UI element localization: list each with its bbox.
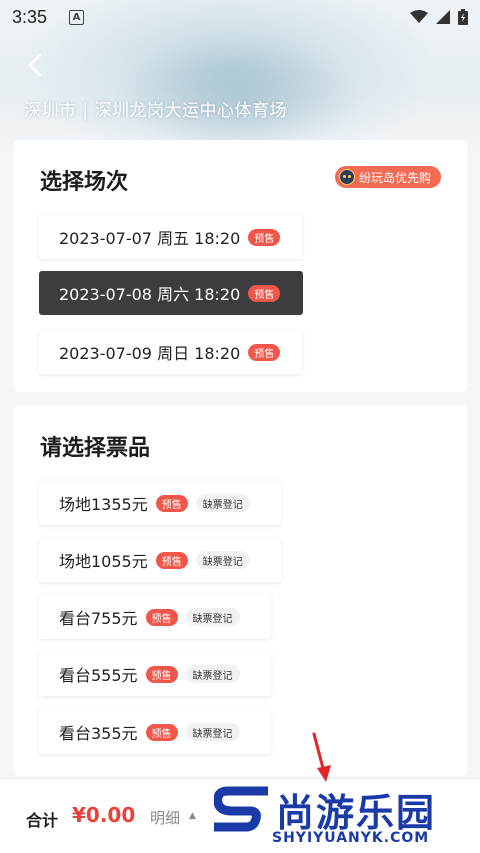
status-time: 3:35 <box>12 6 48 27</box>
total-amount: ¥0.00 <box>72 803 136 827</box>
ticket-option[interactable]: 场地1055元 预售 缺票登记 <box>39 538 281 582</box>
presale-badge: 预售 <box>248 228 281 246</box>
section-title: 选择场次 <box>40 170 129 195</box>
session-label: 2023-07-08 周六 18:20 <box>59 285 241 304</box>
session-option-selected[interactable]: 2023-07-08 周六 18:20 预售 <box>39 271 303 315</box>
session-label: 2023-07-09 周日 18:20 <box>59 344 241 363</box>
status-bar: 3:35 A <box>0 0 480 34</box>
promo-badge-label: 纷玩岛优先购 <box>358 170 431 185</box>
watermark-domain: SHYIYUANYK.COM <box>272 830 430 846</box>
total-label: 合计 <box>26 811 59 830</box>
watermark-logo-icon <box>214 786 268 832</box>
wifi-icon <box>410 10 428 23</box>
battery-icon <box>458 9 468 25</box>
presale-badge: 预售 <box>248 284 281 302</box>
session-selection-card: 选择场次 纷玩岛优先购 2023-07-07 周五 18:20 预售 2023-… <box>14 140 467 392</box>
session-option[interactable]: 2023-07-07 周五 18:20 预售 <box>39 215 302 259</box>
priority-purchase-badge[interactable]: 纷玩岛优先购 <box>334 166 441 188</box>
ticket-label: 场地1055元 <box>59 552 148 571</box>
ticket-option[interactable]: 看台355元 预售 缺票登记 <box>39 710 271 754</box>
ticket-label: 看台555元 <box>59 666 138 685</box>
annotation-arrow-icon <box>312 732 331 782</box>
ticket-option[interactable]: 场地1355元 预售 缺票登记 <box>39 481 281 525</box>
waitlist-badge[interactable]: 缺票登记 <box>185 723 240 741</box>
presale-badge: 预售 <box>155 551 188 569</box>
ticket-label: 场地1355元 <box>59 495 148 514</box>
session-option[interactable]: 2023-07-09 周日 18:20 预售 <box>39 330 302 374</box>
notification-icon: A <box>69 9 85 25</box>
presale-badge: 预售 <box>248 343 281 361</box>
presale-badge: 预售 <box>155 494 188 512</box>
waitlist-badge[interactable]: 缺票登记 <box>195 494 250 512</box>
section-title: 请选择票品 <box>40 436 151 461</box>
signal-icon <box>436 10 450 24</box>
ticket-label: 看台755元 <box>59 609 138 628</box>
presale-badge: 预售 <box>145 723 178 741</box>
watermark-text: 尚游乐园 <box>276 791 437 835</box>
price-detail-toggle[interactable]: 明细 <box>150 807 180 828</box>
back-button[interactable] <box>22 52 48 78</box>
chevron-up-icon[interactable]: ▲ <box>189 811 196 821</box>
waitlist-badge[interactable]: 缺票登记 <box>185 608 240 626</box>
ticket-option[interactable]: 看台555元 预售 缺票登记 <box>39 652 271 696</box>
ticket-selection-card: 请选择票品 场地1355元 预售 缺票登记 场地1055元 预售 缺票登记 看台… <box>14 406 467 776</box>
chevron-left-icon <box>28 53 42 77</box>
session-label: 2023-07-07 周五 18:20 <box>59 229 241 248</box>
ticket-option[interactable]: 看台755元 预售 缺票登记 <box>39 595 271 639</box>
presale-badge: 预售 <box>145 665 178 683</box>
venue-title: 深圳市 | 深圳龙岗大运中心体育场 <box>24 101 288 121</box>
presale-badge: 预售 <box>145 608 178 626</box>
waitlist-badge[interactable]: 缺票登记 <box>185 665 240 683</box>
mascot-icon <box>338 169 355 185</box>
waitlist-badge[interactable]: 缺票登记 <box>195 551 250 569</box>
ticket-label: 看台355元 <box>59 724 138 743</box>
